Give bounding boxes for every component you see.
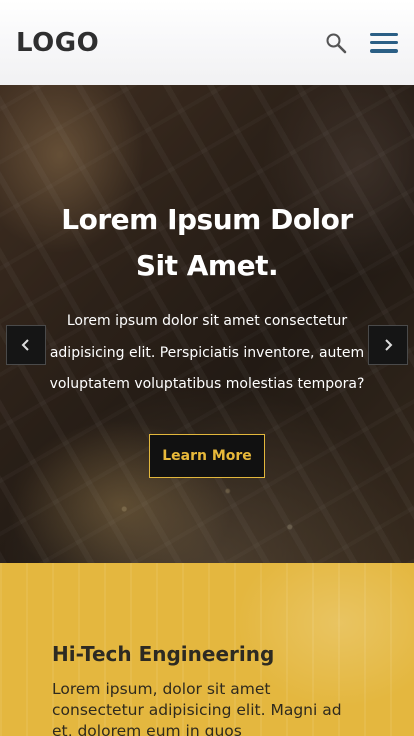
slider-next-button[interactable] — [368, 325, 408, 365]
feature-title: Hi-Tech Engineering — [52, 642, 275, 666]
slider-prev-button[interactable] — [6, 325, 46, 365]
feature-section: Hi-Tech Engineering Lorem ipsum, dolor s… — [0, 563, 414, 736]
chevron-left-icon — [21, 339, 29, 351]
menu-line — [370, 32, 398, 36]
hamburger-menu-icon[interactable] — [370, 32, 398, 54]
menu-line — [370, 40, 398, 45]
learn-more-button[interactable]: Learn More — [149, 434, 265, 478]
feature-description: Lorem ipsum, dolor sit amet consectetur … — [52, 680, 342, 736]
logo[interactable]: LOGO — [16, 28, 99, 58]
hero-description: Lorem ipsum dolor sit amet consectetur a… — [49, 313, 365, 392]
hero-slider: Lorem Ipsum Dolor Sit Amet. Lorem ipsum … — [0, 85, 414, 563]
site-header: LOGO — [0, 0, 414, 85]
search-icon[interactable] — [324, 31, 348, 55]
header-actions — [324, 31, 398, 55]
menu-line — [370, 49, 398, 53]
hero-title: Lorem Ipsum Dolor Sit Amet. — [61, 203, 353, 282]
chevron-right-icon — [385, 339, 393, 351]
